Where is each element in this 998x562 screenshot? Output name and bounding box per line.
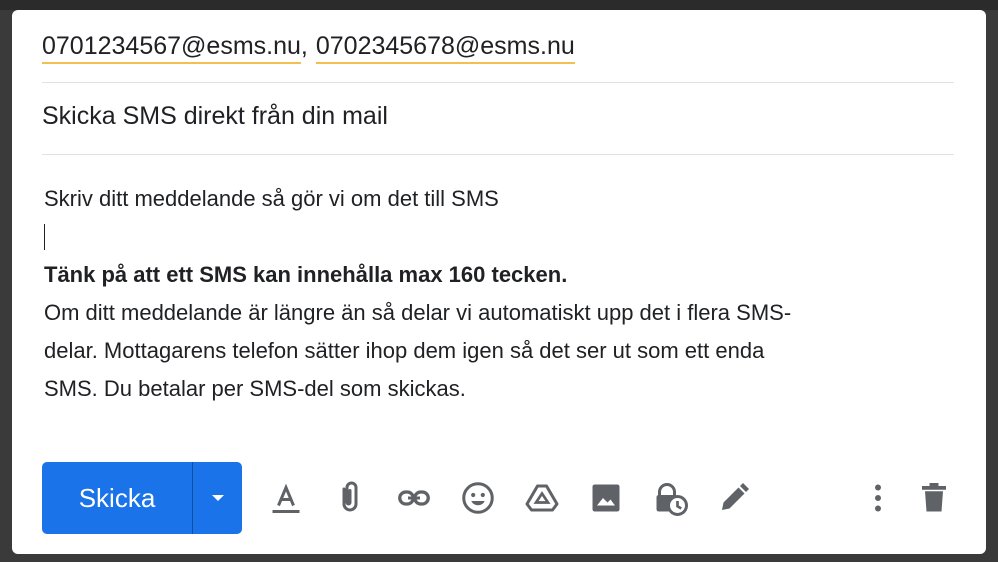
insert-signature-button[interactable] — [712, 476, 756, 520]
recipients-field[interactable]: 0701234567@esms.nu, 0702345678@esms.nu — [42, 32, 954, 83]
insert-photo-button[interactable] — [584, 476, 628, 520]
signature-icon — [722, 483, 749, 510]
attach-file-button[interactable] — [328, 476, 372, 520]
subject-field[interactable]: Skicka SMS direkt från din mail — [42, 102, 954, 155]
confidential-icon — [656, 483, 688, 516]
delete-icon — [922, 483, 946, 512]
body-bold-line: Tänk på att ett SMS kan innehålla max 16… — [44, 262, 568, 287]
attach-icon — [342, 481, 358, 512]
compose-window: 0701234567@esms.nu, 0702345678@esms.nu Sk… — [12, 10, 986, 554]
body-line: SMS. Du betalar per SMS-del som skickas. — [44, 376, 466, 401]
insert-emoji-button[interactable] — [456, 476, 500, 520]
photo-icon — [592, 484, 620, 512]
insert-drive-button[interactable] — [520, 476, 564, 520]
send-button-group: Skicka — [42, 462, 242, 534]
drive-icon — [525, 484, 559, 512]
more-options-button[interactable] — [856, 476, 900, 520]
send-options-button[interactable] — [193, 462, 242, 534]
recipient-separator: , — [300, 32, 308, 60]
discard-draft-button[interactable] — [912, 476, 956, 520]
recipient-chip[interactable]: 0701234567@esms.nu — [42, 32, 301, 64]
body-line: Skriv ditt meddelande så gör vi om det t… — [44, 186, 499, 211]
window-top-bar — [0, 0, 998, 10]
recipient-chip[interactable]: 0702345678@esms.nu — [315, 32, 575, 64]
insert-link-button[interactable] — [392, 476, 436, 520]
subject-text: Skicka SMS direkt från din mail — [42, 102, 388, 130]
more-options-icon — [875, 484, 881, 512]
formatting-icon — [272, 483, 300, 513]
formatting-options-button[interactable] — [264, 476, 308, 520]
emoji-icon — [462, 482, 494, 514]
chevron-down-icon — [211, 495, 224, 501]
body-line: delar. Mottagarens telefon sätter ihop d… — [44, 338, 765, 363]
body-line: Om ditt meddelande är längre än så delar… — [44, 300, 792, 325]
message-body[interactable]: Skriv ditt meddelande så gör vi om det t… — [44, 180, 944, 408]
link-icon — [398, 490, 430, 506]
confidential-mode-button[interactable] — [648, 476, 692, 520]
text-cursor — [44, 224, 45, 250]
send-button[interactable]: Skicka — [42, 462, 192, 534]
